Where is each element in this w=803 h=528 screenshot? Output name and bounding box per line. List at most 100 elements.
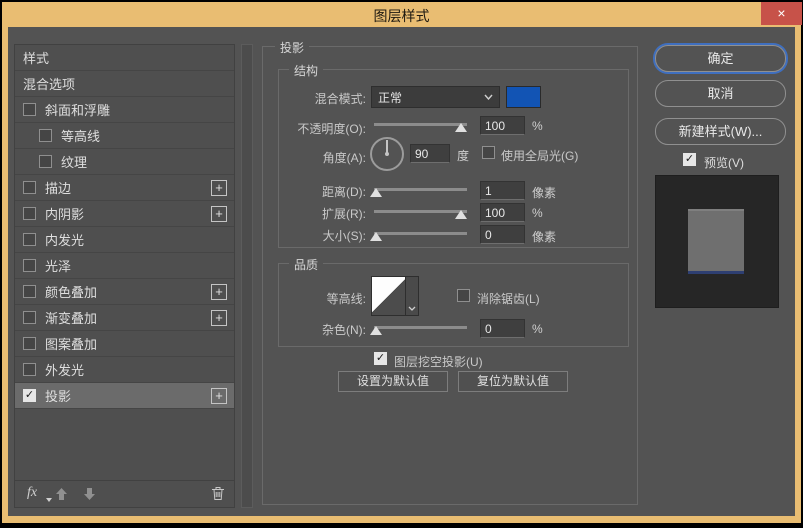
new-style-button[interactable]: 新建样式(W)...: [655, 118, 786, 145]
knockout-label: 图层挖空投影(U): [394, 353, 483, 370]
drop-shadow-panel: 投影 结构 混合模式: 正常 不透明度(O): % 角度(A):: [262, 46, 638, 505]
sidebar-item-texture[interactable]: ✓ 纹理 +: [15, 149, 234, 175]
style-checkbox[interactable]: ✓: [23, 363, 36, 376]
angle-hub: [385, 152, 389, 156]
size-slider[interactable]: [374, 232, 467, 235]
style-checkbox[interactable]: ✓: [23, 285, 36, 298]
angle-label: 角度(A):: [279, 149, 366, 166]
sidebar-item-label: 混合选项: [23, 74, 75, 93]
layer-style-dialog: 图层样式 × ✓ 样式 + ✓ 混合选项 + ✓ 斜面和浮雕 + ✓ 等高线: [2, 2, 801, 523]
style-checkbox[interactable]: ✓: [39, 155, 52, 168]
distance-label: 距离(D):: [279, 183, 366, 200]
shadow-color-swatch[interactable]: [506, 86, 541, 108]
style-preview: [655, 175, 779, 308]
sidebar-item-label: 外发光: [45, 360, 84, 379]
noise-label: 杂色(N):: [279, 321, 366, 338]
fx-caret-icon: [46, 498, 52, 502]
sidebar-item-inner-shadow[interactable]: ✓ 内阴影 +: [15, 201, 234, 227]
spread-label: 扩展(R):: [279, 205, 366, 222]
cancel-button[interactable]: 取消: [655, 80, 786, 107]
move-effect-up-button[interactable]: [55, 487, 68, 506]
blend-mode-value: 正常: [378, 89, 484, 106]
distance-slider-thumb[interactable]: [370, 188, 382, 197]
add-effect-button[interactable]: +: [211, 310, 227, 326]
styles-list-scrollbar[interactable]: [241, 44, 253, 508]
opacity-unit: %: [532, 119, 543, 133]
knockout-checkbox[interactable]: ✓: [374, 352, 387, 365]
spread-slider[interactable]: [374, 210, 467, 213]
opacity-label: 不透明度(O):: [279, 120, 366, 137]
structure-group: 结构 混合模式: 正常 不透明度(O): % 角度(A):: [278, 69, 629, 248]
sidebar-item-label: 颜色叠加: [45, 282, 97, 301]
sidebar-item-drop-shadow[interactable]: ✓ 投影 +: [15, 383, 234, 409]
style-checkbox[interactable]: ✓: [23, 311, 36, 324]
distance-input[interactable]: [480, 181, 525, 200]
sidebar-item-outer-glow[interactable]: ✓ 外发光 +: [15, 357, 234, 383]
global-light-checkbox[interactable]: ✓: [482, 146, 495, 159]
sidebar-item-label: 纹理: [61, 152, 87, 171]
panel-title: 投影: [275, 39, 309, 56]
titlebar[interactable]: 图层样式 ×: [2, 2, 801, 27]
add-effect-button[interactable]: +: [211, 388, 227, 404]
fx-menu-button[interactable]: fx: [27, 485, 37, 501]
sidebar-item-label: 内阴影: [45, 204, 84, 223]
sidebar-item-bevel-emboss[interactable]: ✓ 斜面和浮雕 +: [15, 97, 234, 123]
sidebar-item-label: 投影: [45, 386, 71, 405]
ok-button[interactable]: 确定: [655, 45, 786, 72]
blend-mode-select[interactable]: 正常: [371, 86, 500, 108]
reset-default-button[interactable]: 复位为默认值: [458, 371, 568, 392]
angle-input[interactable]: [410, 144, 450, 163]
contour-picker[interactable]: [371, 276, 419, 316]
sidebar-item-label: 渐变叠加: [45, 308, 97, 327]
contour-dropdown[interactable]: [405, 277, 418, 315]
sidebar-item-label: 图案叠加: [45, 334, 97, 353]
style-checkbox[interactable]: ✓: [23, 337, 36, 350]
delete-effect-button[interactable]: [211, 486, 225, 506]
opacity-slider[interactable]: [374, 123, 467, 126]
blend-mode-label: 混合模式:: [279, 90, 366, 107]
spread-slider-thumb[interactable]: [455, 210, 467, 219]
noise-input[interactable]: [480, 319, 525, 338]
spread-input[interactable]: [480, 203, 525, 222]
style-checkbox[interactable]: ✓: [23, 207, 36, 220]
sidebar-item-color-overlay[interactable]: ✓ 颜色叠加 +: [15, 279, 234, 305]
anti-alias-checkbox[interactable]: ✓: [457, 289, 470, 302]
style-checkbox[interactable]: ✓: [23, 181, 36, 194]
sidebar-item-satin[interactable]: ✓ 光泽 +: [15, 253, 234, 279]
style-checkbox[interactable]: ✓: [23, 233, 36, 246]
style-checkbox[interactable]: ✓: [23, 389, 36, 402]
add-effect-button[interactable]: +: [211, 284, 227, 300]
noise-unit: %: [532, 322, 543, 336]
angle-dial[interactable]: [370, 137, 404, 171]
noise-slider[interactable]: [374, 326, 467, 329]
structure-legend: 结构: [289, 62, 323, 79]
add-effect-button[interactable]: +: [211, 180, 227, 196]
sidebar-item-label: 斜面和浮雕: [45, 100, 110, 119]
style-preview-square: [688, 209, 744, 274]
sidebar-item-contour[interactable]: ✓ 等高线 +: [15, 123, 234, 149]
style-checkbox[interactable]: ✓: [39, 129, 52, 142]
quality-group: 品质 等高线: ✓ 消除锯齿(L) 杂色(N): %: [278, 263, 629, 347]
sidebar-item-stroke[interactable]: ✓ 描边 +: [15, 175, 234, 201]
chevron-down-icon: [408, 306, 416, 311]
distance-slider[interactable]: [374, 188, 467, 191]
set-default-button[interactable]: 设置为默认值: [338, 371, 448, 392]
noise-slider-thumb[interactable]: [370, 326, 382, 335]
sidebar-item-gradient-overlay[interactable]: ✓ 渐变叠加 +: [15, 305, 234, 331]
sidebar-item-blending-options[interactable]: ✓ 混合选项 +: [15, 71, 234, 97]
sidebar-item-styles[interactable]: ✓ 样式 +: [15, 45, 234, 71]
size-input[interactable]: [480, 225, 525, 244]
preview-checkbox[interactable]: ✓: [683, 153, 696, 166]
sidebar-item-pattern-overlay[interactable]: ✓ 图案叠加 +: [15, 331, 234, 357]
angle-unit: 度: [457, 147, 469, 164]
opacity-input[interactable]: [480, 116, 525, 135]
add-effect-button[interactable]: +: [211, 206, 227, 222]
move-effect-down-button[interactable]: [83, 487, 96, 506]
size-slider-thumb[interactable]: [370, 232, 382, 241]
close-button[interactable]: ×: [761, 2, 802, 25]
style-checkbox[interactable]: ✓: [23, 259, 36, 272]
sidebar-item-label: 样式: [23, 48, 49, 67]
style-checkbox[interactable]: ✓: [23, 103, 36, 116]
sidebar-item-inner-glow[interactable]: ✓ 内发光 +: [15, 227, 234, 253]
opacity-slider-thumb[interactable]: [455, 123, 467, 132]
